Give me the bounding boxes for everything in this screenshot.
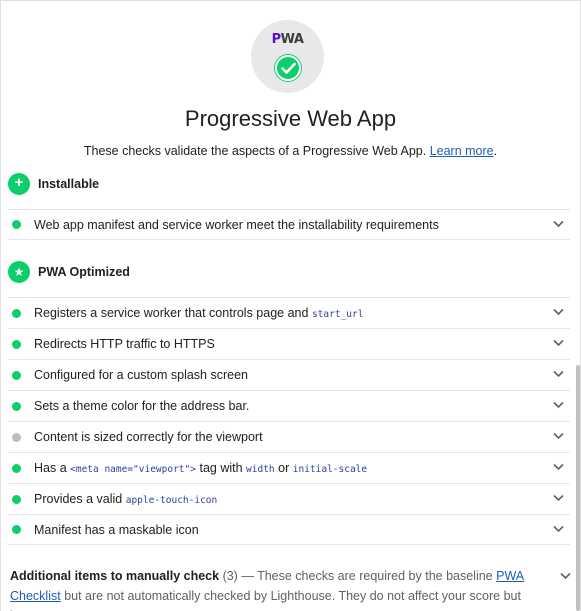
audit-apple-touch-icon[interactable]: Provides a valid apple-touch-icon — [8, 483, 570, 514]
scrollbar-thumb[interactable] — [576, 365, 580, 611]
pass-indicator — [12, 370, 21, 380]
manual-checks-section[interactable]: Additional items to manually check (3) —… — [10, 566, 530, 611]
category-description: These checks validate the aspects of a P… — [83, 144, 498, 158]
star-icon: ★ — [8, 261, 30, 283]
chevron-down-icon[interactable] — [553, 370, 564, 378]
audit-title: Manifest has a maskable icon — [34, 522, 199, 537]
audit-title: Web app manifest and service worker meet… — [34, 217, 439, 232]
chevron-down-icon[interactable] — [553, 308, 564, 316]
plus-icon: + — [8, 173, 30, 195]
audit-splash-screen[interactable]: Configured for a custom splash screen — [8, 359, 570, 390]
code-snippet: <meta name="viewport"> — [70, 464, 196, 475]
chevron-down-icon[interactable] — [553, 401, 564, 409]
pass-indicator — [12, 463, 21, 473]
pass-indicator — [12, 401, 21, 411]
chevron-down-icon[interactable] — [553, 220, 564, 228]
audit-title: Registers a service worker that controls… — [34, 306, 364, 320]
page-title: Progressive Web App — [184, 106, 397, 131]
check-icon — [275, 55, 301, 81]
learn-more-link[interactable]: Learn more — [430, 144, 494, 158]
audit-title: Sets a theme color for the address bar. — [34, 399, 250, 413]
chevron-down-icon[interactable] — [553, 525, 564, 533]
chevron-down-icon[interactable] — [553, 463, 564, 471]
group-pwa-optimized: ★ PWA Optimized — [8, 261, 130, 283]
pass-indicator — [12, 308, 21, 318]
pass-indicator — [12, 525, 21, 534]
audit-title: Has a <meta name="viewport"> tag with wi… — [34, 461, 368, 475]
audit-title: Configured for a custom splash screen — [34, 368, 248, 382]
chevron-down-icon[interactable] — [553, 339, 564, 347]
group-label: Installable — [38, 177, 100, 191]
audit-title: Redirects HTTP traffic to HTTPS — [34, 337, 215, 351]
code-snippet: start_url — [311, 309, 364, 320]
code-snippet: apple-touch-icon — [125, 495, 218, 506]
manual-count: (3) — [222, 569, 238, 583]
pass-indicator — [12, 494, 21, 504]
chevron-down-icon[interactable] — [553, 432, 564, 440]
audit-content-width[interactable]: Content is sized correctly for the viewp… — [8, 421, 570, 452]
code-snippet: width — [246, 464, 275, 475]
group-installable: + Installable — [8, 173, 99, 195]
pass-indicator — [12, 339, 21, 349]
chevron-down-icon[interactable] — [560, 572, 571, 580]
audit-maskable-icon[interactable]: Manifest has a maskable icon — [8, 514, 570, 545]
pwa-gauge: PWA — [251, 20, 324, 93]
audit-redirects-https[interactable]: Redirects HTTP traffic to HTTPS — [8, 328, 570, 359]
audit-title: Provides a valid apple-touch-icon — [34, 492, 218, 506]
audit-viewport[interactable]: Has a <meta name="viewport"> tag with wi… — [8, 452, 570, 483]
neutral-indicator — [12, 432, 21, 442]
pass-indicator — [12, 220, 21, 229]
audit-service-worker[interactable]: Registers a service worker that controls… — [8, 297, 570, 328]
audit-theme-color[interactable]: Sets a theme color for the address bar. — [8, 390, 570, 421]
pwa-logo: PWA — [271, 32, 304, 47]
group-label: PWA Optimized — [38, 265, 130, 279]
code-snippet: initial-scale — [292, 464, 368, 475]
audit-title: Content is sized correctly for the viewp… — [34, 430, 263, 444]
manual-title: Additional items to manually check — [10, 569, 220, 583]
chevron-down-icon[interactable] — [553, 494, 564, 502]
audit-installability[interactable]: Web app manifest and service worker meet… — [8, 209, 570, 240]
